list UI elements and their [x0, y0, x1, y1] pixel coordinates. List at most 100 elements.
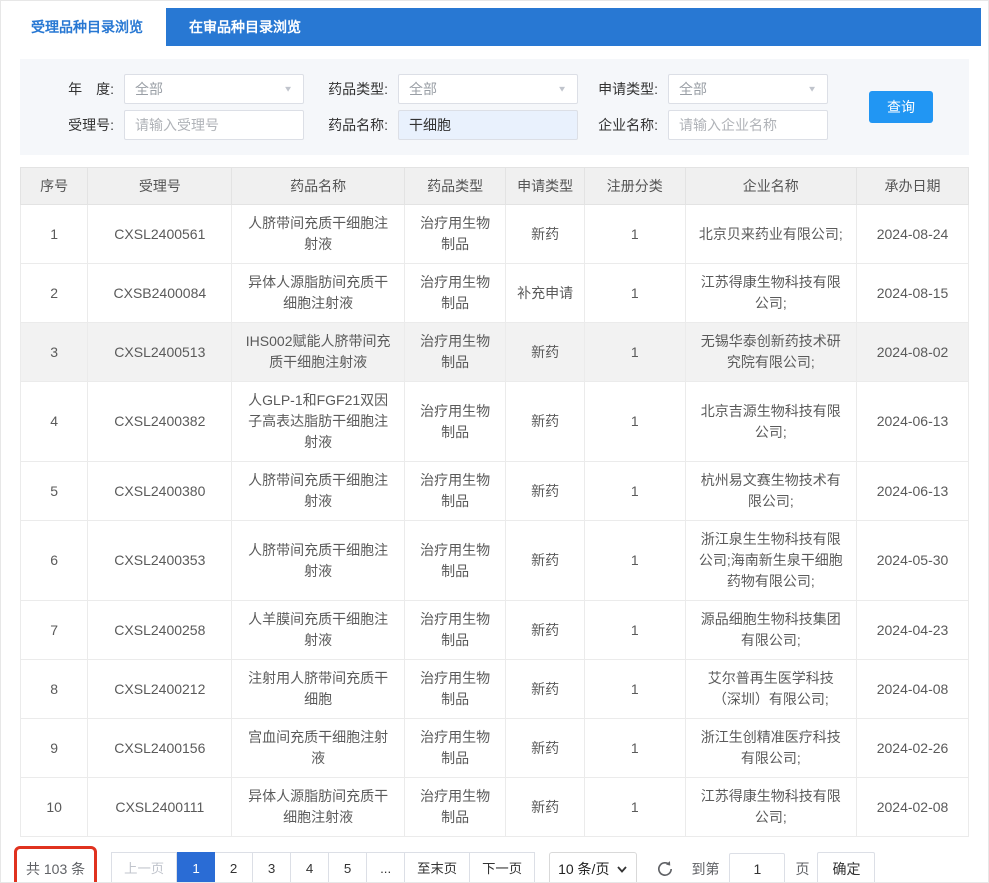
col-header-drug-name: 药品名称 [232, 168, 405, 205]
table-cell: 1 [21, 205, 88, 264]
page-number-button[interactable]: 4 [291, 852, 329, 883]
page-size-select[interactable]: 10 条/页 [549, 852, 637, 883]
drug-name-input[interactable] [398, 110, 578, 140]
table-cell: 2024-02-26 [857, 719, 969, 778]
table-cell: 治疗用生物制品 [404, 264, 505, 323]
table-cell: 新药 [506, 601, 585, 660]
next-page-button[interactable]: 下一页 [470, 852, 535, 883]
table-cell: 2024-06-13 [857, 382, 969, 462]
chevron-down-icon: ▼ [557, 85, 567, 94]
table-cell: 7 [21, 601, 88, 660]
prev-page-button[interactable]: 上一页 [111, 852, 177, 883]
tab-accepted-catalog[interactable]: 受理品种目录浏览 [8, 8, 166, 46]
table-cell: 异体人源脂肪间充质干细胞注射液 [232, 778, 405, 837]
page-number-button[interactable]: 1 [177, 852, 215, 883]
apply-type-select[interactable]: 全部 ▼ [668, 74, 828, 104]
table-cell: 新药 [506, 323, 585, 382]
table-cell: 杭州易文赛生物技术有限公司; [685, 462, 857, 521]
table-cell: 治疗用生物制品 [404, 323, 505, 382]
table-cell: 2024-02-08 [857, 778, 969, 837]
company-name-filter: 企业名称: [578, 110, 828, 140]
table-cell: 新药 [506, 778, 585, 837]
table-cell: 1 [585, 205, 685, 264]
table-cell: 10 [21, 778, 88, 837]
year-select[interactable]: 全部 ▼ [124, 74, 304, 104]
drug-name-label: 药品名称: [318, 115, 388, 135]
table-row: 9CXSL2400156宫血间充质干细胞注射液治疗用生物制品新药1浙江生创精准医… [21, 719, 969, 778]
table-cell: 人脐带间充质干细胞注射液 [232, 205, 405, 264]
table-row: 3CXSL2400513IHS002赋能人脐带间充质干细胞注射液治疗用生物制品新… [21, 323, 969, 382]
ellipsis-page-button[interactable]: ... [367, 852, 405, 883]
total-count-highlight-box: 共 103 条 [14, 846, 97, 883]
table-cell: 治疗用生物制品 [404, 601, 505, 660]
tab-bar: 受理品种目录浏览 在审品种目录浏览 [8, 8, 981, 46]
page-size-value: 10 条/页 [558, 859, 609, 879]
table-cell: 新药 [506, 382, 585, 462]
table-cell: 1 [585, 719, 685, 778]
table-cell: 新药 [506, 462, 585, 521]
page-number-button[interactable]: 3 [253, 852, 291, 883]
year-filter: 年 度: 全部 ▼ [50, 74, 304, 104]
table-cell: 1 [585, 382, 685, 462]
acceptance-no-label: 受理号: [50, 115, 114, 135]
company-name-input[interactable] [668, 110, 828, 140]
page-button-group: 上一页 12345 ... 至末页 下一页 [111, 852, 535, 883]
table-cell: CXSL2400258 [88, 601, 232, 660]
table-row: 1CXSL2400561人脐带间充质干细胞注射液治疗用生物制品新药1北京贝来药业… [21, 205, 969, 264]
drug-type-select[interactable]: 全部 ▼ [398, 74, 578, 104]
search-button[interactable]: 查询 [869, 91, 933, 123]
table-row: 10CXSL2400111异体人源脂肪间充质干细胞注射液治疗用生物制品新药1江苏… [21, 778, 969, 837]
table-cell: 治疗用生物制品 [404, 521, 505, 601]
year-label: 年 度: [50, 79, 114, 99]
table-cell: 新药 [506, 660, 585, 719]
table-cell: 新药 [506, 205, 585, 264]
jump-page-input[interactable] [729, 853, 785, 883]
col-header-acceptance-no: 受理号 [88, 168, 232, 205]
chevron-down-icon [616, 863, 628, 875]
table-cell: 1 [585, 778, 685, 837]
col-header-registration-class: 注册分类 [585, 168, 685, 205]
table-cell: 新药 [506, 521, 585, 601]
col-header-index: 序号 [21, 168, 88, 205]
acceptance-no-input[interactable] [124, 110, 304, 140]
table-cell: 新药 [506, 719, 585, 778]
jump-to-page-label: 到第 [691, 859, 719, 879]
last-page-button[interactable]: 至末页 [405, 852, 470, 883]
page-unit-label: 页 [795, 859, 809, 879]
table-cell: 治疗用生物制品 [404, 778, 505, 837]
table-cell: 宫血间充质干细胞注射液 [232, 719, 405, 778]
filter-row-2: 受理号: 药品名称: 企业名称: [20, 110, 969, 140]
chevron-down-icon: ▼ [807, 85, 817, 94]
table-cell: 无锡华泰创新药技术研究院有限公司; [685, 323, 857, 382]
table-cell: 8 [21, 660, 88, 719]
table-cell: 源品细胞生物科技集团有限公司; [685, 601, 857, 660]
apply-type-select-value: 全部 [679, 79, 707, 99]
table-cell: 1 [585, 660, 685, 719]
drug-type-label: 药品类型: [318, 79, 388, 99]
drug-type-select-value: 全部 [409, 79, 437, 99]
confirm-button[interactable]: 确定 [817, 852, 875, 883]
table-cell: 2024-06-13 [857, 462, 969, 521]
table-cell: 治疗用生物制品 [404, 660, 505, 719]
table-row: 8CXSL2400212注射用人脐带间充质干细胞治疗用生物制品新药1艾尔普再生医… [21, 660, 969, 719]
acceptance-no-filter: 受理号: [50, 110, 304, 140]
table-cell: 2024-08-24 [857, 205, 969, 264]
refresh-icon[interactable] [655, 859, 675, 879]
table-cell: 江苏得康生物科技有限公司; [685, 264, 857, 323]
page-number-button[interactable]: 2 [215, 852, 253, 883]
table-cell: 治疗用生物制品 [404, 382, 505, 462]
table-cell: 2024-04-08 [857, 660, 969, 719]
table-cell: 1 [585, 264, 685, 323]
table-cell: 1 [585, 601, 685, 660]
apply-type-filter: 申请类型: 全部 ▼ [578, 74, 828, 104]
chevron-down-icon: ▼ [283, 85, 293, 94]
table-cell: 北京吉源生物科技有限公司; [685, 382, 857, 462]
tab-under-review-catalog[interactable]: 在审品种目录浏览 [166, 8, 324, 46]
table-cell: CXSL2400156 [88, 719, 232, 778]
table-cell: 3 [21, 323, 88, 382]
total-count: 共 103 条 [26, 861, 85, 877]
pagination-bar: 共 103 条 上一页 12345 ... 至末页 下一页 10 条/页 到第 … [14, 846, 969, 883]
page-number-button[interactable]: 5 [329, 852, 367, 883]
col-header-handle-date: 承办日期 [857, 168, 969, 205]
drug-type-filter: 药品类型: 全部 ▼ [304, 74, 578, 104]
